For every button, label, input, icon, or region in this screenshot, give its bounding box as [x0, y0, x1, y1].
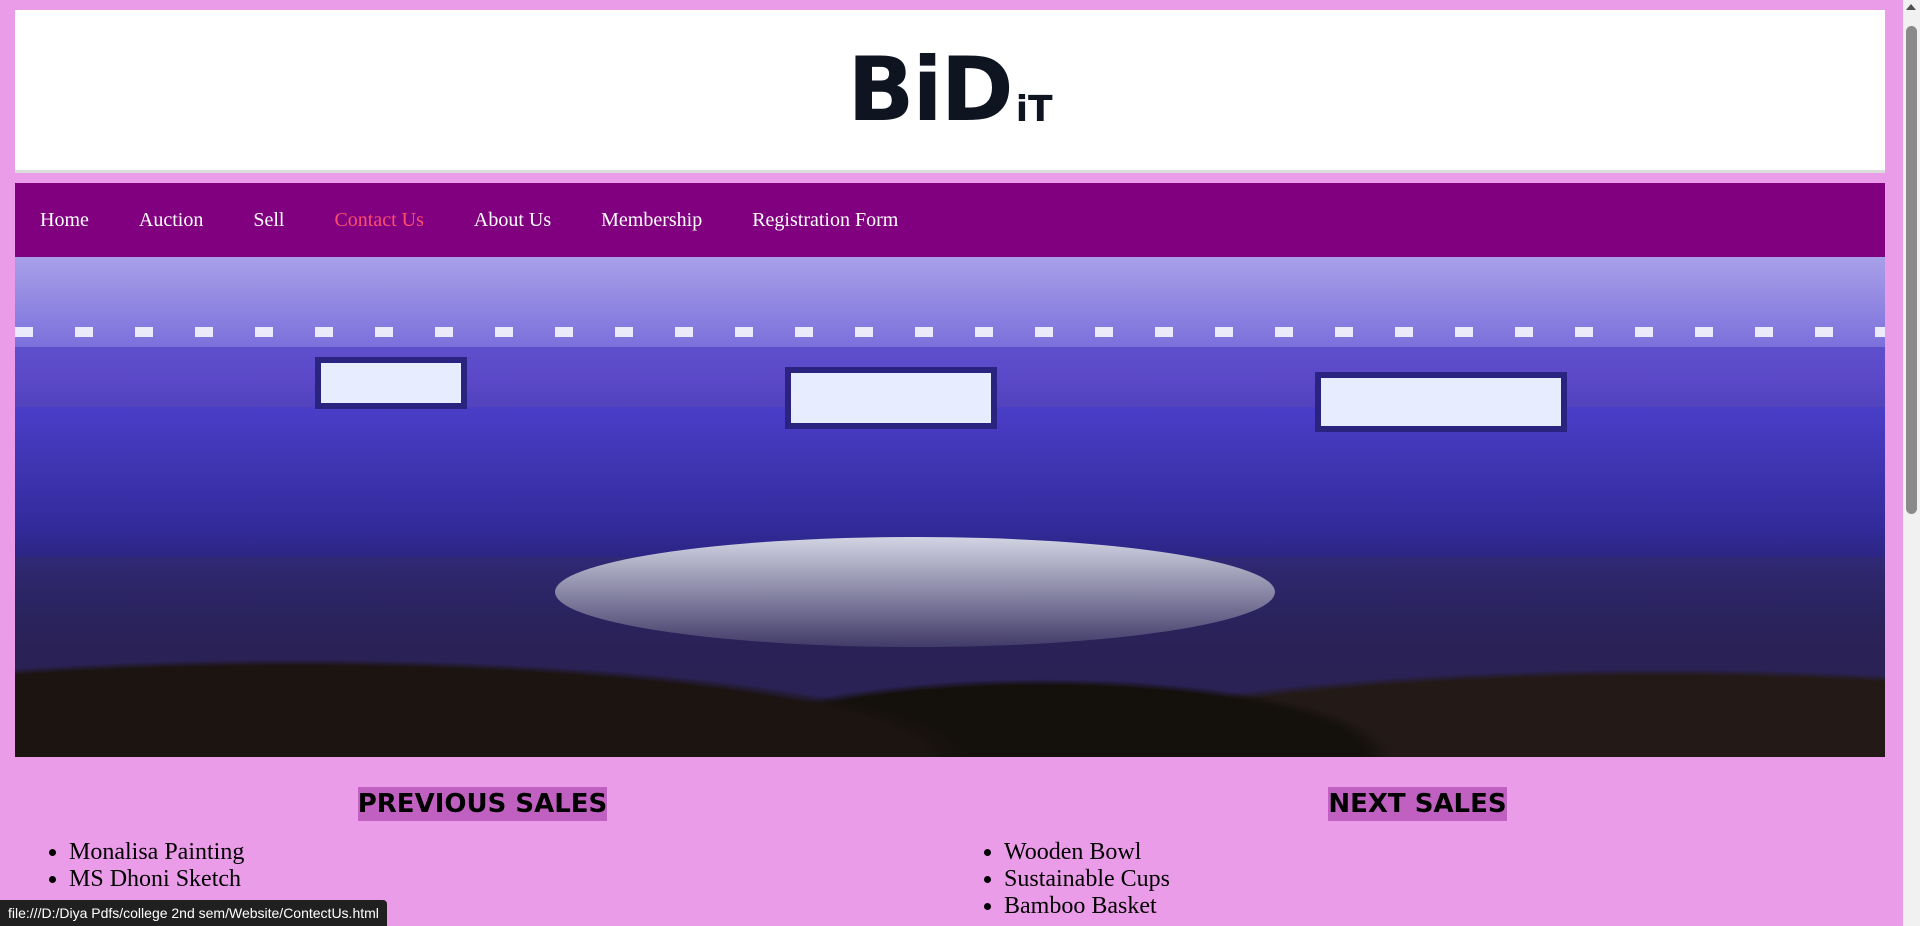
nav-home[interactable]: Home [40, 209, 89, 232]
bidit-logo[interactable]: BiD iT [847, 46, 1052, 134]
next-sales-section: NEXT SALES Wooden Bowl Sustainable Cups … [950, 787, 1885, 920]
header-logo-box: BiD iT [15, 10, 1885, 173]
nav-about-us[interactable]: About Us [474, 209, 551, 232]
previous-sales-heading: PREVIOUS SALES [357, 787, 608, 821]
browser-status-bar: file:///D:/Diya Pdfs/college 2nd sem/Web… [0, 900, 387, 926]
auction-hall-banner-image [15, 257, 1885, 757]
next-sales-heading: NEXT SALES [1328, 787, 1507, 821]
banner-screen-left [315, 357, 467, 409]
ceiling-lights [15, 327, 1885, 337]
scroll-up-arrow-icon[interactable] [1906, 4, 1916, 10]
main-navbar: Home Auction Sell Contact Us About Us Me… [15, 183, 1885, 257]
scrollbar-thumb[interactable] [1906, 26, 1917, 514]
nav-sell[interactable]: Sell [253, 209, 284, 232]
list-item: Bamboo Basket [1004, 893, 1885, 920]
list-item: Monalisa Painting [69, 839, 950, 866]
previous-sales-list: Monalisa Painting MS Dhoni Sketch [15, 839, 950, 893]
list-item: Sustainable Cups [1004, 866, 1885, 893]
logo-main-text: BiD [847, 38, 1013, 141]
list-item: MS Dhoni Sketch [69, 866, 950, 893]
page: BiD iT Home Auction Sell Contact Us Abou… [15, 10, 1885, 920]
banner-screen-right [1315, 372, 1567, 432]
vertical-scrollbar[interactable] [1903, 0, 1920, 926]
nav-registration-form[interactable]: Registration Form [752, 209, 898, 232]
banner-crowd [15, 527, 1885, 757]
nav-contact-us[interactable]: Contact Us [334, 209, 423, 232]
logo-sub-text: iT [1015, 89, 1053, 130]
nav-auction[interactable]: Auction [139, 209, 203, 232]
banner-screen-center [785, 367, 997, 429]
nav-membership[interactable]: Membership [601, 209, 702, 232]
list-item: Wooden Bowl [1004, 839, 1885, 866]
next-sales-list: Wooden Bowl Sustainable Cups Bamboo Bask… [950, 839, 1885, 920]
